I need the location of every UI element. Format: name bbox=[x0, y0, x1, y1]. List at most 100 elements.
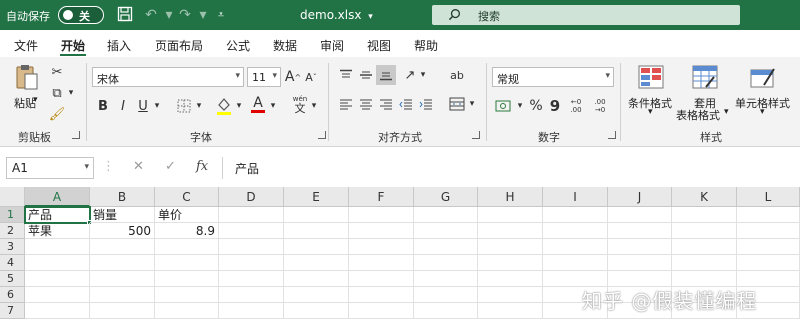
cell-h4[interactable] bbox=[478, 255, 543, 271]
cell-h6[interactable] bbox=[478, 287, 543, 303]
align-left-icon[interactable] bbox=[338, 97, 354, 113]
borders-icon[interactable] bbox=[176, 98, 192, 114]
formula-input[interactable]: 产品 bbox=[222, 157, 796, 179]
column-header-l[interactable]: L bbox=[737, 187, 800, 207]
copy-dropdown-icon[interactable]: ▾ bbox=[66, 84, 76, 102]
cell-c1[interactable]: 单价 bbox=[155, 207, 219, 223]
cell-e4[interactable] bbox=[284, 255, 349, 271]
save-icon[interactable] bbox=[116, 6, 134, 24]
cell-f2[interactable] bbox=[349, 223, 414, 239]
cell-a2[interactable]: 苹果 bbox=[25, 223, 90, 239]
column-header-a[interactable]: A bbox=[25, 187, 90, 207]
borders-dropdown-icon[interactable]: ▾ bbox=[194, 97, 204, 115]
cell-f6[interactable] bbox=[349, 287, 414, 303]
cell-e6[interactable] bbox=[284, 287, 349, 303]
name-box[interactable]: A1 ▾ bbox=[6, 157, 94, 179]
cell-h1[interactable] bbox=[478, 207, 543, 223]
cell-g6[interactable] bbox=[414, 287, 478, 303]
cell-a6[interactable] bbox=[25, 287, 90, 303]
font-color-icon[interactable]: A bbox=[250, 94, 266, 114]
cell-g3[interactable] bbox=[414, 239, 478, 255]
customize-qat-icon[interactable]: ⩡ bbox=[212, 6, 230, 24]
cell-b2[interactable]: 500 bbox=[90, 223, 155, 239]
tab-insert[interactable]: 插入 bbox=[107, 37, 131, 54]
fill-color-dropdown-icon[interactable]: ▾ bbox=[234, 97, 244, 115]
cell-k1[interactable] bbox=[672, 207, 737, 223]
redo-icon[interactable]: ↷ bbox=[176, 6, 194, 24]
wrap-text-icon[interactable]: ab bbox=[448, 65, 466, 85]
cell-l2[interactable] bbox=[737, 223, 800, 239]
row-header-5[interactable]: 5 bbox=[0, 271, 25, 287]
number-format-select[interactable]: 常规 ▾ bbox=[492, 67, 614, 87]
cell-a7[interactable] bbox=[25, 303, 90, 319]
cell-h5[interactable] bbox=[478, 271, 543, 287]
column-header-g[interactable]: G bbox=[414, 187, 478, 207]
underline-dropdown-icon[interactable]: ▾ bbox=[152, 97, 162, 115]
cell-i1[interactable] bbox=[543, 207, 608, 223]
column-header-i[interactable]: I bbox=[543, 187, 608, 207]
cell-d7[interactable] bbox=[219, 303, 284, 319]
cell-b6[interactable] bbox=[90, 287, 155, 303]
increase-indent-icon[interactable] bbox=[418, 97, 434, 113]
column-header-c[interactable]: C bbox=[155, 187, 219, 207]
cell-c6[interactable] bbox=[155, 287, 219, 303]
comma-style-button[interactable]: 9 bbox=[548, 97, 562, 115]
row-header-1[interactable]: 1 bbox=[0, 207, 25, 223]
cell-f1[interactable] bbox=[349, 207, 414, 223]
align-middle-icon[interactable] bbox=[358, 67, 374, 83]
column-header-j[interactable]: J bbox=[608, 187, 672, 207]
number-launcher-icon[interactable] bbox=[608, 131, 616, 139]
cell-h7[interactable] bbox=[478, 303, 543, 319]
align-center-icon[interactable] bbox=[358, 97, 374, 113]
format-as-table-dropdown-icon[interactable]: ▾ bbox=[724, 107, 729, 117]
cell-b4[interactable] bbox=[90, 255, 155, 271]
search-box[interactable]: 搜索 bbox=[432, 5, 740, 25]
column-header-d[interactable]: D bbox=[219, 187, 284, 207]
increase-decimal-icon[interactable]: ←0.00 bbox=[566, 97, 586, 115]
cell-k2[interactable] bbox=[672, 223, 737, 239]
conditional-format-dropdown-icon[interactable]: ▾ bbox=[648, 107, 653, 117]
orientation-icon[interactable]: ↗ bbox=[402, 67, 418, 83]
cell-g1[interactable] bbox=[414, 207, 478, 223]
cell-e1[interactable] bbox=[284, 207, 349, 223]
paste-icon[interactable] bbox=[12, 63, 42, 91]
cell-d1[interactable] bbox=[219, 207, 284, 223]
cell-b3[interactable] bbox=[90, 239, 155, 255]
format-as-table-icon[interactable] bbox=[690, 63, 720, 91]
column-header-b[interactable]: B bbox=[90, 187, 155, 207]
column-header-k[interactable]: K bbox=[672, 187, 737, 207]
cell-d4[interactable] bbox=[219, 255, 284, 271]
cell-k4[interactable] bbox=[672, 255, 737, 271]
column-header-h[interactable]: H bbox=[478, 187, 543, 207]
format-painter-icon[interactable]: 🖌 bbox=[48, 105, 66, 123]
cell-f5[interactable] bbox=[349, 271, 414, 287]
cell-g2[interactable] bbox=[414, 223, 478, 239]
tab-page-layout[interactable]: 页面布局 bbox=[155, 37, 203, 54]
phonetic-icon[interactable]: wén 文 bbox=[290, 94, 310, 116]
cell-h3[interactable] bbox=[478, 239, 543, 255]
cell-b5[interactable] bbox=[90, 271, 155, 287]
tab-view[interactable]: 视图 bbox=[367, 37, 391, 54]
cell-styles-dropdown-icon[interactable]: ▾ bbox=[760, 107, 765, 117]
cell-j4[interactable] bbox=[608, 255, 672, 271]
grow-font-icon[interactable]: A ^ bbox=[285, 67, 301, 87]
cell-a1[interactable]: 产品 bbox=[24, 206, 91, 224]
cell-d6[interactable] bbox=[219, 287, 284, 303]
cell-e2[interactable] bbox=[284, 223, 349, 239]
cell-i2[interactable] bbox=[543, 223, 608, 239]
cancel-icon[interactable]: ✕ bbox=[133, 159, 144, 174]
cell-f7[interactable] bbox=[349, 303, 414, 319]
tab-help[interactable]: 帮助 bbox=[414, 37, 438, 54]
tab-file[interactable]: 文件 bbox=[14, 37, 38, 54]
cell-l1[interactable] bbox=[737, 207, 800, 223]
percent-button[interactable]: % bbox=[528, 97, 544, 115]
align-top-icon[interactable] bbox=[338, 67, 354, 83]
cell-c2[interactable]: 8.9 bbox=[155, 223, 219, 239]
row-header-6[interactable]: 6 bbox=[0, 287, 25, 303]
cell-h2[interactable] bbox=[478, 223, 543, 239]
conditional-format-icon[interactable] bbox=[636, 63, 666, 91]
column-header-f[interactable]: F bbox=[349, 187, 414, 207]
decrease-indent-icon[interactable] bbox=[398, 97, 414, 113]
enter-icon[interactable]: ✓ bbox=[165, 159, 176, 174]
cell-l3[interactable] bbox=[737, 239, 800, 255]
